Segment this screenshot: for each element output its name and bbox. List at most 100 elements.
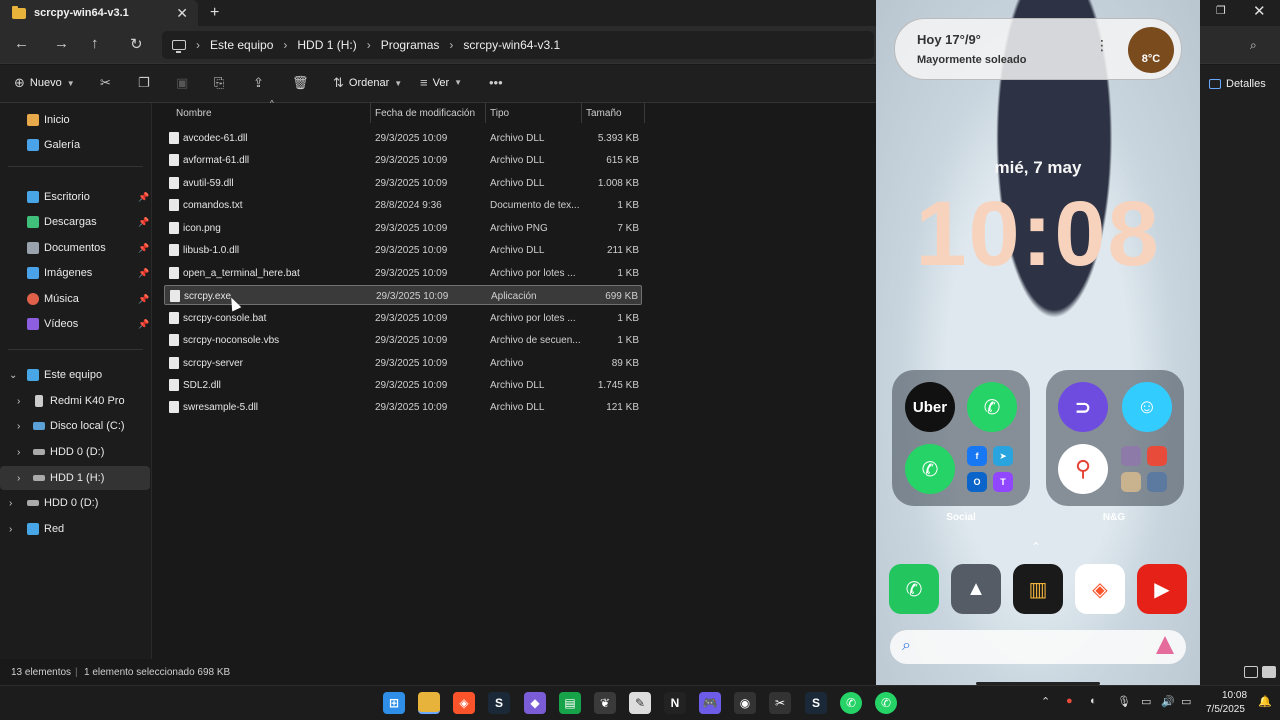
game-app-icon[interactable] — [1147, 446, 1167, 466]
column-date[interactable]: Fecha de modificación — [375, 108, 475, 119]
sidebar-item-inicio[interactable]: Inicio — [0, 108, 150, 132]
phone-app-icon[interactable]: ✆ — [889, 564, 939, 614]
whatsapp-app-icon[interactable]: ✆ — [967, 382, 1017, 432]
tree-item-disco-c[interactable]: › Disco local (C:) — [0, 414, 150, 438]
file-row[interactable]: scrcpy-server 29/3/2025 10:09 Archivo 89 KB — [164, 353, 642, 373]
column-type[interactable]: Tipo — [490, 108, 509, 119]
tree-item-este-equipo[interactable]: ⌄ Este equipo — [0, 363, 150, 387]
notepad-icon[interactable]: ✎ — [629, 692, 651, 714]
sidebar-item-videos[interactable]: Vídeos 📌 — [0, 312, 150, 336]
more-options-icon[interactable]: ••• — [489, 75, 503, 90]
file-row[interactable]: avcodec-61.dll 29/3/2025 10:09 Archivo DLL… — [164, 128, 642, 148]
sidebar-item-musica[interactable]: Música 📌 — [0, 287, 150, 311]
app-icon[interactable]: ❦ — [594, 692, 616, 714]
file-row[interactable]: comandos.txt 28/8/2024 9:36 Documento de t… — [164, 195, 642, 215]
file-row[interactable]: open_a_terminal_here.bat 29/3/2025 10:09 A… — [164, 263, 642, 283]
sidebar-item-imagenes[interactable]: Imágenes 📌 — [0, 261, 150, 285]
breadcrumb-item[interactable]: Este equipo — [210, 38, 273, 52]
column-name[interactable]: Nombre — [176, 108, 212, 119]
whatsapp-icon[interactable]: ✆ — [840, 692, 862, 714]
file-row[interactable]: libusb-1.0.dll 29/3/2025 10:09 Archivo DLL… — [164, 240, 642, 260]
app-icon[interactable]: N — [664, 692, 686, 714]
breadcrumb-item[interactable]: scrcpy-win64-v3.1 — [463, 38, 560, 52]
tree-item-hdd0[interactable]: › HDD 0 (D:) — [0, 440, 150, 464]
gallery-app-icon[interactable]: ▲ — [951, 564, 1001, 614]
game-app-icon[interactable] — [1121, 472, 1141, 492]
youtube-app-icon[interactable]: ▶ — [1137, 564, 1187, 614]
share-icon[interactable]: ⇪ — [253, 75, 264, 91]
pin-icon[interactable]: 📌 — [138, 268, 149, 279]
pin-icon[interactable]: 📌 — [138, 217, 149, 228]
steam-icon[interactable]: S — [805, 692, 827, 714]
chevron-right-icon[interactable]: › — [9, 524, 12, 535]
sidebar-item-descargas[interactable]: Descargas 📌 — [0, 210, 150, 234]
sort-button[interactable]: ⇅ Ordenar ▼ — [333, 75, 402, 91]
details-view-icon[interactable] — [1244, 666, 1258, 678]
uber-app-icon[interactable]: Uber — [905, 382, 955, 432]
pin-icon[interactable]: 📌 — [138, 294, 149, 305]
twitch-app-icon[interactable]: T — [993, 472, 1013, 492]
taskbar-date[interactable]: 7/5/2025 — [1206, 704, 1245, 715]
cut-icon[interactable]: ✂ — [100, 75, 111, 91]
breadcrumb-item[interactable]: HDD 1 (H:) — [297, 38, 356, 52]
search-icon[interactable]: ⌕ — [1250, 38, 1257, 53]
chevron-right-icon[interactable]: › — [17, 473, 20, 484]
game-app-icon[interactable] — [1147, 472, 1167, 492]
brave-icon[interactable]: ◈ — [453, 692, 475, 714]
tree-item-red[interactable]: › Red — [0, 517, 150, 541]
paste-icon[interactable]: ▣ — [176, 75, 188, 91]
column-divider[interactable] — [644, 103, 645, 123]
pin-icon[interactable]: 📌 — [138, 243, 149, 254]
taskbar-time[interactable]: 10:08 — [1222, 690, 1247, 701]
facebook-app-icon[interactable]: f — [967, 446, 987, 466]
volume-icon[interactable]: 🔊 — [1161, 695, 1175, 708]
capcut-icon[interactable]: ✂ — [769, 692, 791, 714]
tree-item-hdd0-second[interactable]: › HDD 0 (D:) — [0, 491, 150, 515]
file-row[interactable]: avutil-59.dll 29/3/2025 10:09 Archivo DLL 1… — [164, 173, 642, 193]
google-search-bar[interactable]: ⌕ — [890, 630, 1186, 664]
file-row[interactable]: swresample-5.dll 29/3/2025 10:09 Archivo D… — [164, 397, 642, 417]
weather-widget[interactable]: Hoy 17°/9° Mayormente soleado ⋮ 8°C — [894, 18, 1182, 80]
up-icon[interactable]: ↑ — [91, 35, 99, 52]
file-row[interactable]: scrcpy-console.bat 29/3/2025 10:09 Archivo… — [164, 308, 642, 328]
nordvpn-app-icon[interactable]: ⊃ — [1058, 382, 1108, 432]
steam-tray-icon[interactable]: ◐ — [1090, 695, 1097, 707]
new-button[interactable]: ⊕ Nuevo ▼ — [14, 75, 75, 91]
close-window-icon[interactable]: ✕ — [1253, 2, 1266, 20]
waze-app-icon[interactable]: ☺ — [1122, 382, 1172, 432]
back-icon[interactable]: ← — [14, 35, 29, 52]
app-icon[interactable]: ◆ — [524, 692, 546, 714]
brave-app-icon[interactable]: ◈ — [1075, 564, 1125, 614]
explorer-tab[interactable]: scrcpy-win64-v3.1 ✕ — [0, 0, 198, 26]
refresh-icon[interactable]: ↻ — [130, 35, 143, 53]
pin-icon[interactable]: 📌 — [138, 192, 149, 203]
pin-icon[interactable]: 📌 — [138, 319, 149, 330]
network-icon[interactable]: ▭ — [1141, 695, 1151, 708]
google-maps-app-icon[interactable]: ⚲ — [1058, 444, 1108, 494]
game-app-icon[interactable] — [1121, 446, 1141, 466]
show-hidden-icons-chevron-icon[interactable]: ⌃ — [1041, 695, 1050, 708]
app-folder-ng[interactable]: ⊃ ☺ ⚲ — [1046, 370, 1184, 506]
copy-icon[interactable]: ❐ — [138, 75, 150, 91]
tray-app-icon[interactable]: ● — [1066, 695, 1073, 707]
gamepad-icon[interactable]: 🎮 — [699, 692, 721, 714]
deezer-app-icon[interactable]: ▥ — [1013, 564, 1063, 614]
column-divider[interactable] — [581, 103, 582, 123]
tree-item-hdd1[interactable]: › HDD 1 (H:) — [0, 466, 150, 490]
sidebar-item-escritorio[interactable]: Escritorio 📌 — [0, 185, 150, 209]
close-tab-icon[interactable]: ✕ — [176, 5, 188, 22]
new-tab-icon[interactable]: + — [210, 4, 219, 22]
file-row[interactable]: icon.png 29/3/2025 10:09 Archivo PNG 7 KB — [164, 218, 642, 238]
tree-item-redmi[interactable]: › Redmi K40 Pro — [0, 389, 150, 413]
telegram-app-icon[interactable]: ➤ — [993, 446, 1013, 466]
breadcrumb-item[interactable]: Programas — [381, 38, 440, 52]
whatsapp-business-app-icon[interactable]: ✆ — [905, 444, 955, 494]
steam-icon[interactable]: S — [488, 692, 510, 714]
file-explorer-icon[interactable] — [418, 692, 440, 714]
outlook-app-icon[interactable]: O — [967, 472, 987, 492]
sidebar-item-galeria[interactable]: Galería — [0, 133, 150, 157]
chevron-right-icon[interactable]: › — [17, 421, 20, 432]
battery-icon[interactable]: ▭ — [1181, 695, 1191, 708]
file-row[interactable]: avformat-61.dll 29/3/2025 10:09 Archivo DL… — [164, 150, 642, 170]
restore-window-icon[interactable]: ❐ — [1216, 4, 1226, 17]
